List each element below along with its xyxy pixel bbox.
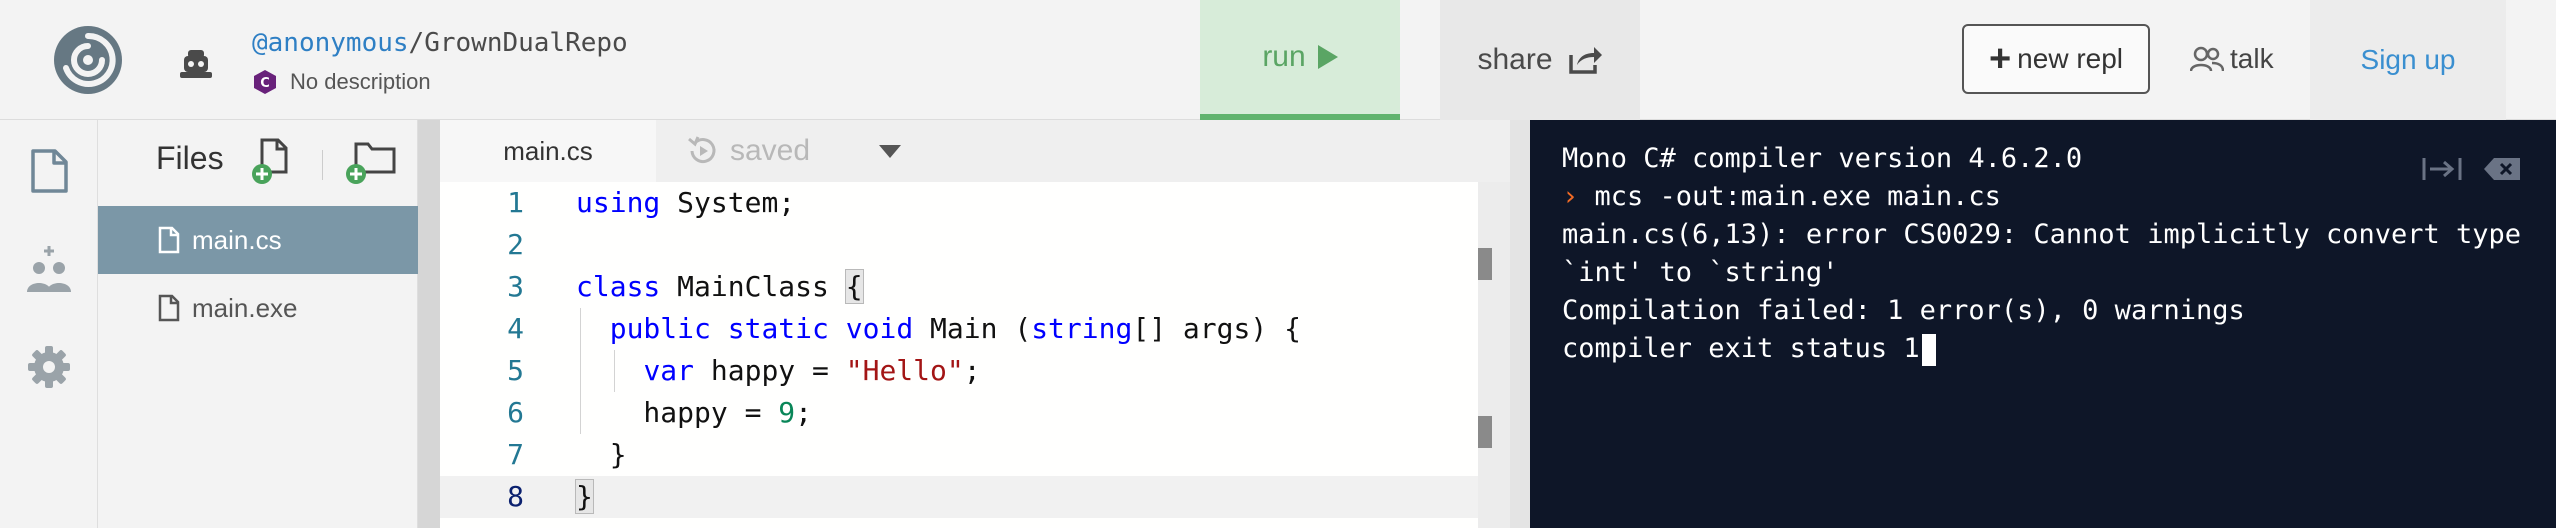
console-line: › mcs -out:main.exe main.cs <box>1562 181 2001 212</box>
delete-icon[interactable] <box>2480 150 2524 188</box>
console-line: main.cs(6,13): error CS0029: Cannot impl… <box>1562 219 2522 250</box>
sidebar-rail <box>0 120 98 528</box>
signup-label: Sign up <box>2360 44 2456 75</box>
new-repl-label: new repl <box>2017 43 2124 74</box>
line-number: 5 <box>507 354 524 387</box>
new-repl-button[interactable]: + new repl <box>1962 24 2150 94</box>
replit-logo-icon[interactable] <box>52 24 124 96</box>
code-line: 4 public static void Main (string[] args… <box>440 308 1478 350</box>
line-number: 2 <box>507 228 524 261</box>
file-item-main-exe[interactable]: main.exe <box>98 274 418 342</box>
code-text: class MainClass { <box>576 269 864 304</box>
tab-main-cs[interactable]: main.cs <box>440 120 656 182</box>
code-line-current: 8 } <box>440 476 1478 518</box>
saved-label: saved <box>730 134 811 167</box>
file-item-main-cs[interactable]: main.cs <box>98 206 418 274</box>
code-text: var happy = "Hello"; <box>643 354 981 387</box>
share-icon <box>1568 47 1602 74</box>
code-line: 7 } <box>440 434 1478 476</box>
share-label: share <box>1477 43 1553 76</box>
clear-console-icon[interactable] <box>2420 150 2464 188</box>
new-folder-icon[interactable] <box>344 136 396 186</box>
text-cursor <box>1921 333 1936 366</box>
files-icon[interactable] <box>24 146 74 196</box>
console-output[interactable]: Mono C# compiler version 4.6.2.0 › mcs -… <box>1530 120 2556 528</box>
editor-tab-bar: main.cs saved <box>440 120 1510 182</box>
share-button[interactable]: share <box>1440 0 1640 120</box>
scroll-marker <box>1478 416 1492 448</box>
scroll-marker <box>1478 248 1492 280</box>
repl-path-separator: / <box>408 28 425 58</box>
line-number: 8 <box>507 480 524 513</box>
run-button[interactable]: run <box>1200 0 1400 120</box>
code-line: 3 class MainClass { <box>440 266 1478 308</box>
code-text: using System; <box>576 186 796 219</box>
line-number: 7 <box>507 438 524 471</box>
code-text: happy = 9; <box>576 396 813 429</box>
code-text: } <box>576 438 627 471</box>
settings-icon[interactable] <box>24 342 74 392</box>
saved-status: saved <box>686 120 810 182</box>
repl-path: @anonymous/GrownDualRepo <box>252 28 628 58</box>
code-text: } <box>575 479 594 514</box>
file-icon <box>158 294 180 322</box>
multiplayer-icon[interactable] <box>24 244 74 294</box>
signup-button[interactable]: Sign up <box>2310 0 2506 120</box>
file-name: main.exe <box>192 292 298 323</box>
console-line: Mono C# compiler version 4.6.2.0 <box>1562 143 2083 174</box>
line-number: 1 <box>507 186 524 219</box>
files-title: Files <box>156 140 224 176</box>
csharp-icon: C <box>252 69 278 95</box>
people-icon <box>2190 46 2224 72</box>
plus-icon: + <box>1988 38 2012 80</box>
new-file-icon[interactable] <box>248 136 298 186</box>
code-line: 1 using System; <box>440 182 1478 224</box>
play-icon <box>1317 45 1338 69</box>
repl-user-link[interactable]: @anonymous <box>252 28 409 58</box>
repl-description: C No description <box>252 66 431 98</box>
files-panel: Files main.cs main.exe <box>98 120 418 528</box>
code-editor[interactable]: 1 using System; 2 3 class MainClass { 4 … <box>440 182 1478 528</box>
code-line: 2 <box>440 224 1478 266</box>
run-label: run <box>1262 40 1306 73</box>
talk-button[interactable]: talk <box>2190 34 2274 84</box>
code-line: 5 var happy = "Hello"; <box>440 350 1478 392</box>
panel-resize-handle[interactable] <box>1510 120 1530 528</box>
files-actions-divider <box>322 150 323 180</box>
talk-label: talk <box>2230 43 2274 74</box>
prompt-icon: › <box>1562 181 1579 212</box>
line-number: 4 <box>507 312 524 345</box>
console-line: Compilation failed: 1 error(s), 0 warnin… <box>1562 295 2245 326</box>
file-name: main.cs <box>192 224 282 255</box>
line-number: 3 <box>507 270 524 303</box>
panel-resize-handle[interactable] <box>418 120 440 528</box>
code-line: 6 happy = 9; <box>440 392 1478 434</box>
svg-text:C: C <box>260 76 270 91</box>
history-icon <box>688 136 716 164</box>
code-text: public static void Main (string[] args) … <box>609 312 1301 345</box>
repl-name[interactable]: GrownDualRepo <box>424 28 628 58</box>
line-number: 6 <box>507 396 524 429</box>
editor-scrollbar[interactable] <box>1478 182 1510 528</box>
description-text[interactable]: No description <box>290 69 431 95</box>
top-header: @anonymous/GrownDualRepo C No descriptio… <box>0 0 2556 120</box>
file-icon <box>158 226 180 254</box>
console-line: `int' to `string' <box>1562 257 1839 288</box>
chevron-down-icon[interactable] <box>860 120 920 182</box>
anonymous-avatar-icon[interactable] <box>176 44 216 84</box>
tab-label: main.cs <box>503 135 593 166</box>
console-line: compiler exit status 1 <box>1562 330 1936 368</box>
